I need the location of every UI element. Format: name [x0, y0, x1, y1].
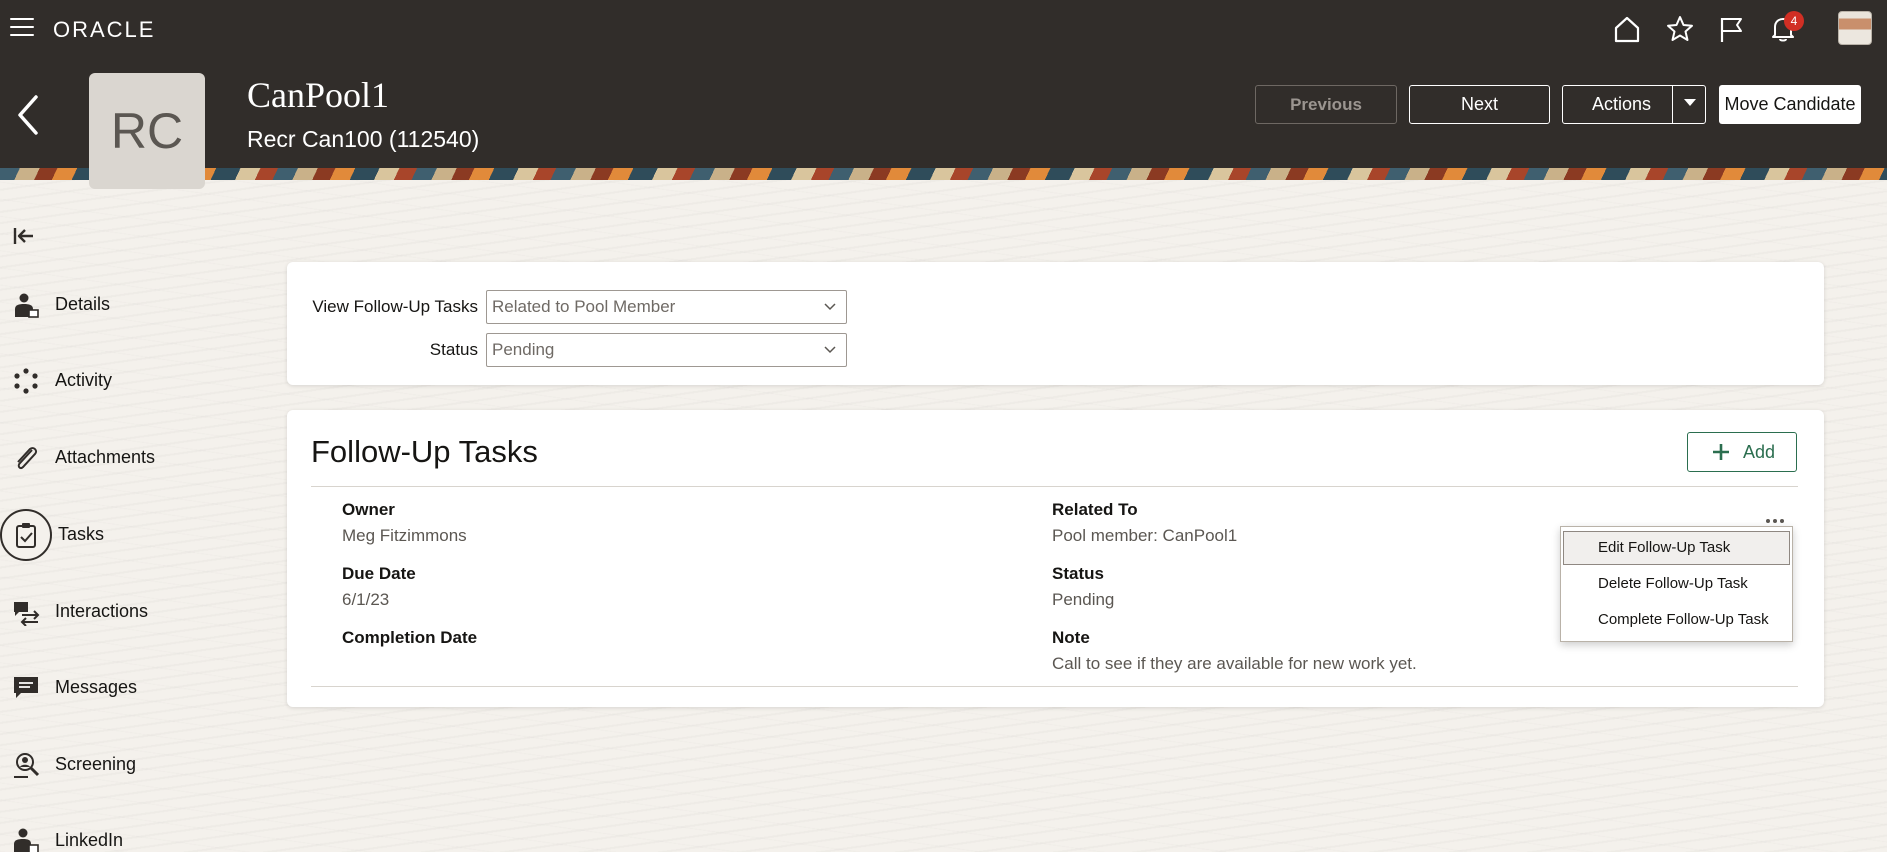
- completion-date-label: Completion Date: [342, 628, 478, 647]
- person-card-icon: [15, 293, 39, 318]
- chevron-down-icon: [824, 303, 836, 311]
- nav-item-details[interactable]: Details: [0, 276, 270, 334]
- oracle-logo[interactable]: ORACLE: [53, 17, 155, 43]
- related-to-value: Pool member: CanPool1: [1052, 526, 1238, 545]
- status-filter-select[interactable]: Pending: [486, 333, 847, 367]
- task-status-label: Status: [1052, 564, 1104, 583]
- section-divider: [311, 486, 1798, 487]
- previous-button[interactable]: Previous: [1255, 85, 1397, 124]
- collapse-panel-icon[interactable]: [12, 224, 36, 248]
- nav-item-label: Details: [55, 294, 111, 314]
- paperclip-icon: [17, 447, 38, 470]
- status-filter-value: Pending: [492, 340, 555, 359]
- actions-caret-down-icon[interactable]: [1684, 99, 1696, 106]
- message-icon: [14, 677, 38, 698]
- related-to-label: Related To: [1052, 500, 1138, 519]
- complete-follow-up-task-menu-item[interactable]: Complete Follow-Up Task: [1563, 603, 1790, 637]
- note-label: Note: [1052, 628, 1090, 647]
- candidate-name: CanPool1: [247, 75, 390, 115]
- hamburger-menu-icon[interactable]: [10, 18, 34, 40]
- linkedin-person-icon: [14, 828, 39, 852]
- global-header: ORACLE 4: [0, 0, 1887, 60]
- edit-follow-up-task-menu-item[interactable]: Edit Follow-Up Task: [1563, 531, 1790, 565]
- chevron-down-icon: [824, 346, 836, 354]
- nav-item-interactions[interactable]: Interactions: [0, 583, 270, 641]
- add-task-label: Add: [1743, 442, 1776, 462]
- decorative-banner: [0, 168, 1887, 180]
- due-date-label: Due Date: [342, 564, 416, 583]
- delete-follow-up-task-menu-item[interactable]: Delete Follow-Up Task: [1563, 567, 1790, 601]
- task-actions-menu: Edit Follow-Up Task Delete Follow-Up Tas…: [1560, 526, 1793, 642]
- owner-label: Owner: [342, 500, 395, 519]
- note-value: Call to see if they are available for ne…: [1052, 654, 1417, 673]
- task-status-value: Pending: [1052, 590, 1115, 609]
- interactions-icon: [14, 602, 40, 626]
- task-row-divider: [311, 686, 1798, 687]
- status-filter-label: Status: [429, 340, 478, 359]
- nav-item-label: LinkedIn: [55, 830, 124, 850]
- nav-item-label: Interactions: [55, 601, 149, 621]
- nav-item-linkedin[interactable]: LinkedIn: [0, 812, 270, 852]
- nav-item-label: Screening: [55, 754, 137, 774]
- move-candidate-button[interactable]: Move Candidate: [1719, 85, 1861, 124]
- view-follow-up-tasks-value: Related to Pool Member: [492, 297, 676, 316]
- back-chevron-icon[interactable]: [16, 94, 40, 136]
- screening-icon: [14, 753, 40, 778]
- nav-item-label: Attachments: [55, 447, 156, 467]
- due-date-value: 6/1/23: [342, 590, 390, 609]
- notification-count-badge: 4: [1784, 11, 1804, 31]
- owner-value: Meg Fitzimmons: [342, 526, 467, 545]
- clipboard-check-icon: [16, 523, 36, 548]
- candidate-subtitle: Recr Can100 (112540): [247, 126, 480, 152]
- view-follow-up-tasks-select[interactable]: Related to Pool Member: [486, 290, 847, 324]
- plus-icon: [1713, 444, 1729, 460]
- flag-icon[interactable]: [1717, 14, 1747, 44]
- activity-icon: [14, 368, 38, 394]
- actions-split-divider: [1672, 85, 1673, 124]
- nav-item-messages[interactable]: Messages: [0, 659, 270, 717]
- favorites-star-icon[interactable]: [1665, 14, 1695, 44]
- more-actions-dots-icon[interactable]: [1766, 510, 1790, 524]
- next-button[interactable]: Next: [1409, 85, 1550, 124]
- follow-up-tasks-title: Follow-Up Tasks: [311, 434, 538, 469]
- nav-item-label: Messages: [55, 677, 138, 697]
- nav-item-label: Activity: [55, 370, 113, 390]
- nav-item-activity[interactable]: Activity: [0, 352, 270, 410]
- nav-item-label: Tasks: [58, 524, 105, 544]
- home-icon[interactable]: [1612, 14, 1642, 44]
- nav-item-screening[interactable]: Screening: [0, 736, 270, 794]
- candidate-avatar-initials: RC: [89, 73, 205, 189]
- add-task-button[interactable]: Add: [1687, 432, 1797, 472]
- user-avatar[interactable]: [1838, 11, 1872, 45]
- nav-item-tasks[interactable]: Tasks: [0, 506, 270, 564]
- nav-item-attachments[interactable]: Attachments: [0, 429, 270, 487]
- view-follow-up-tasks-label: View Follow-Up Tasks: [312, 297, 478, 316]
